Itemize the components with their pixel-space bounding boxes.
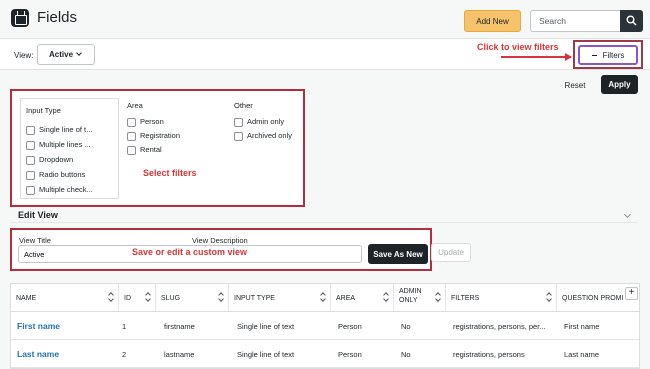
cell-admin-only: No <box>401 350 411 359</box>
column-header-area[interactable]: AREA <box>331 284 394 311</box>
annotation-save-view: Save or edit a custom view <box>132 247 248 257</box>
filter-option[interactable]: Multiple lines ... <box>26 140 91 152</box>
calendar-icon <box>11 9 29 27</box>
column-header-admin-only[interactable]: ADMIN ONLY <box>394 284 446 311</box>
view-select-value: Active <box>49 50 74 59</box>
column-header-filters[interactable]: FILTERS <box>446 284 557 311</box>
area-title: Area <box>127 101 143 110</box>
checkbox[interactable] <box>127 145 136 155</box>
checkbox[interactable] <box>26 170 35 180</box>
sort-icon <box>546 292 552 302</box>
filter-option[interactable]: Archived only <box>234 131 292 143</box>
filter-option[interactable]: Admin only <box>234 117 284 129</box>
cell-area: Person <box>338 350 362 359</box>
other-title: Other <box>234 101 253 110</box>
search-button[interactable] <box>620 10 643 32</box>
checkbox[interactable] <box>26 155 35 165</box>
sort-icon <box>383 292 389 302</box>
update-button[interactable]: Update <box>431 243 471 262</box>
filters-button-label: Filters <box>602 50 625 60</box>
filter-option[interactable]: Single line of t... <box>26 125 92 137</box>
filters-button[interactable]: Filters <box>578 45 638 65</box>
fields-table: NAME ID SLUG INPUT TYPE AREA ADMIN ONLY … <box>10 283 640 369</box>
cell-area: Person <box>338 322 362 331</box>
filter-option[interactable]: Rental <box>127 145 162 157</box>
view-title-label: View Title <box>19 236 51 245</box>
input-type-title: Input Type <box>26 106 61 115</box>
checkbox[interactable] <box>127 117 136 127</box>
filter-option[interactable]: Person <box>127 117 164 129</box>
annotation-arrow <box>501 56 571 58</box>
add-column-button[interactable]: + <box>625 287 638 300</box>
cell-input-type: Single line of text <box>237 350 295 359</box>
input-type-list[interactable]: Input Type Single line of t... Multiple … <box>20 98 119 199</box>
cell-input-type: Single line of text <box>237 322 295 331</box>
filter-option[interactable]: Registration <box>127 131 180 143</box>
filters-highlight: Filters <box>573 40 643 69</box>
minus-icon <box>591 54 597 56</box>
filter-option[interactable]: Multiple check... <box>26 185 93 197</box>
cell-question: First name <box>564 322 600 331</box>
filters-panel: Input Type Single line of t... Multiple … <box>10 89 305 207</box>
divider <box>10 222 638 223</box>
field-name-link[interactable]: First name <box>17 321 115 331</box>
cell-slug: firstname <box>164 322 195 331</box>
checkbox[interactable] <box>127 131 136 141</box>
reset-button[interactable]: Reset <box>559 78 591 92</box>
search-input[interactable] <box>530 10 621 32</box>
chevron-down-icon <box>76 50 82 56</box>
cell-id: 2 <box>122 350 127 359</box>
column-header-id[interactable]: ID <box>119 284 156 311</box>
top-bar: Fields Add New <box>0 0 650 38</box>
cell-admin-only: No <box>401 322 411 331</box>
add-new-button[interactable]: Add New <box>464 10 521 32</box>
annotation-arrow-head <box>565 53 572 61</box>
cell-filters: registrations, persons, per... <box>453 322 546 331</box>
view-select[interactable]: Active <box>37 44 95 65</box>
column-header-slug[interactable]: SLUG <box>156 284 229 311</box>
search-icon <box>626 15 637 26</box>
save-as-new-button[interactable]: Save As New <box>368 244 428 264</box>
edit-view-title: Edit View <box>18 210 58 220</box>
column-header-input-type[interactable]: INPUT TYPE <box>229 284 331 311</box>
checkbox[interactable] <box>234 117 243 127</box>
filter-option[interactable]: Dropdown <box>26 155 73 167</box>
table-row: Last name 2 lastname Single line of text… <box>11 340 639 368</box>
cell-id: 1 <box>122 322 127 331</box>
checkbox[interactable] <box>26 140 35 150</box>
sort-icon <box>320 292 326 302</box>
sort-icon <box>145 292 151 302</box>
edit-view-panel: View Title View Description Save or edit… <box>10 228 432 271</box>
checkbox[interactable] <box>26 185 35 195</box>
table-row: First name 1 firstname Single line of te… <box>11 312 639 340</box>
page-title: Fields <box>37 9 78 26</box>
view-description-label: View Description <box>192 236 248 245</box>
annotation-select-filters: Select filters <box>143 168 197 178</box>
column-header-name[interactable]: NAME <box>11 284 119 311</box>
view-label: View: <box>14 51 34 60</box>
checkbox[interactable] <box>26 125 35 135</box>
checkbox[interactable] <box>234 131 243 141</box>
field-name-link[interactable]: Last name <box>17 349 115 359</box>
sort-icon <box>218 292 224 302</box>
chevron-down-icon[interactable] <box>623 210 632 219</box>
cell-filters: registrations, persons <box>453 350 525 359</box>
annotation-click-filters: Click to view filters <box>477 42 559 52</box>
cell-question: Last name <box>564 350 600 359</box>
cell-slug: lastname <box>164 350 195 359</box>
filter-option[interactable]: Radio buttons <box>26 170 85 182</box>
sort-icon <box>108 292 114 302</box>
apply-button[interactable]: Apply <box>601 75 638 94</box>
sort-icon <box>435 292 441 302</box>
